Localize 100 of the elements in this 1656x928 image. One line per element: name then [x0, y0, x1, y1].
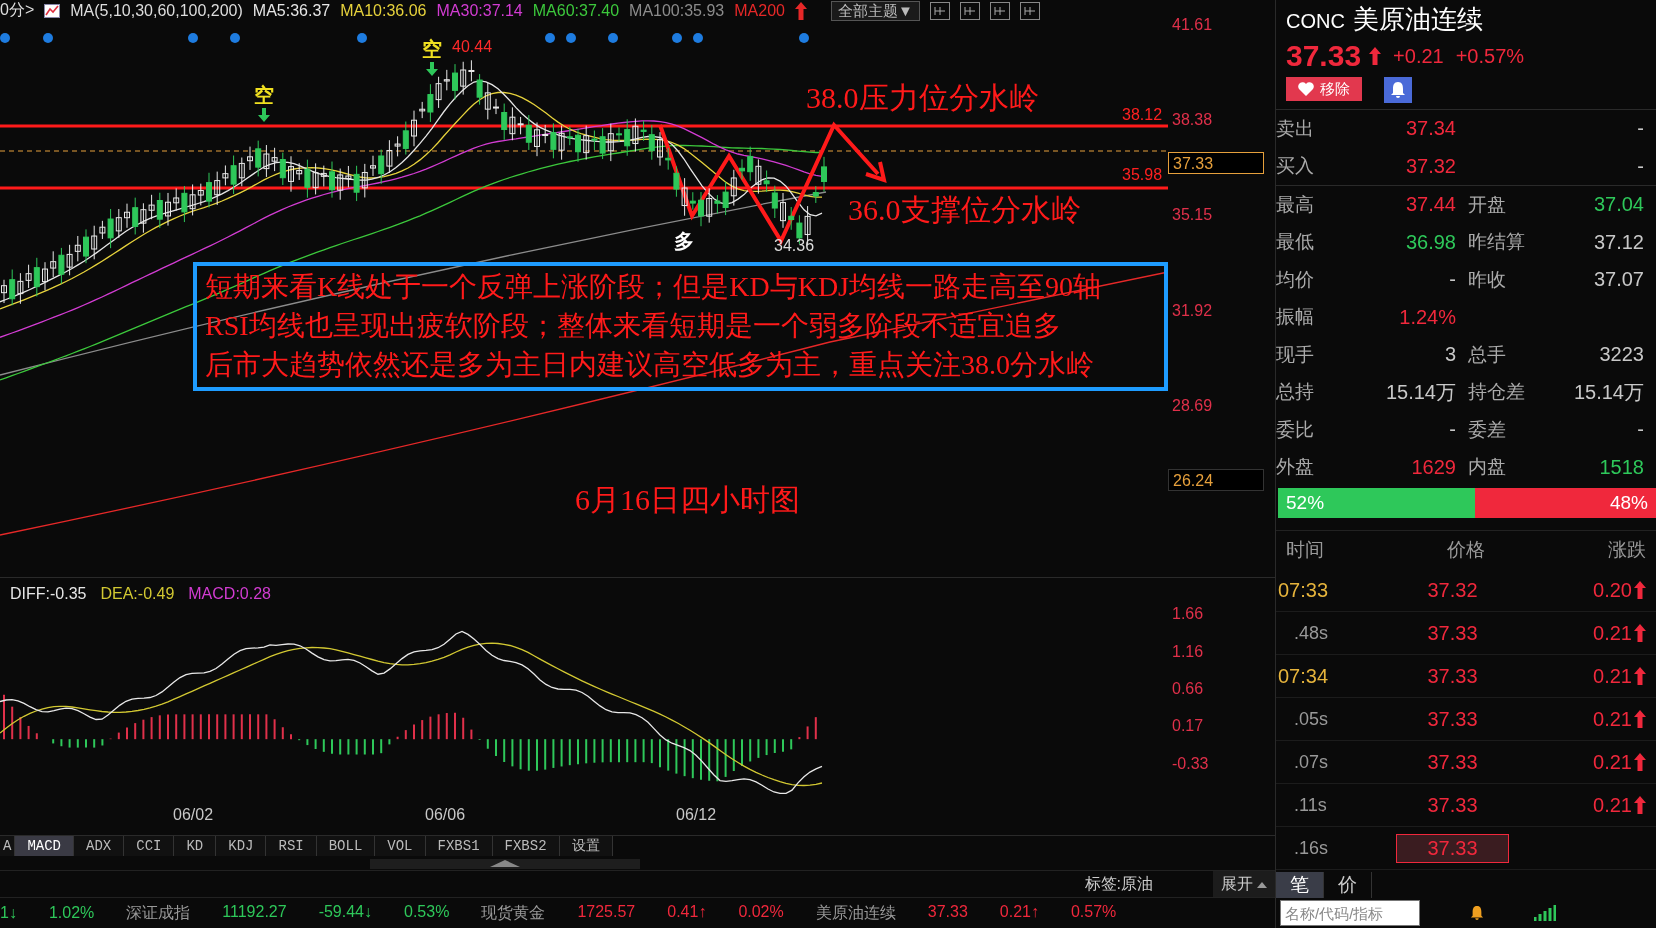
stat-value: 37.07: [1592, 268, 1644, 292]
trade-price[interactable]: 37.33: [1396, 618, 1509, 648]
axis-label: 31.92: [1172, 301, 1213, 320]
support-annotation: 36.0支撑位分水岭: [848, 191, 1081, 228]
axis-label: 41.61: [1172, 15, 1213, 34]
index-name[interactable]: 深证成指: [126, 902, 191, 924]
date-label: 06/02: [173, 806, 214, 825]
stat-label: 昨收: [1467, 267, 1507, 292]
trade-price[interactable]: 37.32: [1396, 575, 1509, 605]
index-name[interactable]: 现货黄金: [481, 902, 546, 924]
buy-ratio: 52%: [1285, 492, 1326, 514]
stat-value: 1629: [1410, 455, 1456, 479]
index-value: 1725.57: [577, 902, 636, 922]
candlestick: [452, 63, 458, 100]
down-arrow-icon: [426, 61, 438, 76]
stat-value: 37.32: [1404, 154, 1456, 178]
period-label[interactable]: 0分>: [0, 0, 35, 22]
trade-price[interactable]: 37.33: [1396, 661, 1509, 691]
sell-ratio: 48%: [1608, 492, 1649, 514]
candlestick: [575, 128, 581, 163]
indicator-tab[interactable]: KD: [174, 836, 217, 857]
remove-button[interactable]: 移除: [1286, 77, 1362, 101]
chart-icon: [44, 3, 61, 18]
signal-dot: [799, 32, 809, 43]
stat-value: 36.98: [1404, 230, 1456, 254]
indicator-tab[interactable]: RSI: [266, 836, 317, 857]
stat-value: 1518: [1598, 455, 1644, 479]
stat-value: -: [1448, 418, 1456, 442]
trade-change: 0.21: [1593, 707, 1632, 731]
stat-label: 振幅: [1276, 305, 1315, 330]
index-name[interactable]: 美原油连续: [815, 902, 896, 924]
trade-price[interactable]: 37.33: [1396, 790, 1509, 820]
trade-change: 0.21: [1593, 621, 1632, 645]
candlestick: [739, 158, 745, 180]
indicator-tab[interactable]: BOLL: [316, 836, 376, 857]
axis-label: -0.33: [1172, 755, 1209, 774]
bell-button[interactable]: [1384, 77, 1412, 103]
stat-label: 内盘: [1467, 455, 1507, 480]
signal-dot: [672, 32, 682, 43]
index-change: 1↓: [0, 904, 17, 923]
signal-dot: [693, 32, 703, 43]
scrollbar[interactable]: [370, 859, 640, 870]
indicator-tab[interactable]: ADX: [74, 836, 125, 857]
indicator-tab[interactable]: VOL: [375, 836, 426, 857]
average-readout: MA200: [734, 1, 785, 20]
stat-label: 外盘: [1276, 455, 1315, 480]
index-change: -59.44↓: [318, 902, 372, 922]
trade-time: .05s: [1293, 708, 1330, 730]
column-header: 价格: [1447, 538, 1485, 562]
candlestick: [698, 191, 704, 227]
indicator-tab[interactable]: MACD: [15, 836, 74, 857]
signal-marker: 空: [422, 36, 442, 62]
indicator-tab[interactable]: FXBS2: [492, 836, 560, 857]
candlestick: [780, 192, 786, 229]
price-label: 26.24: [1168, 468, 1264, 491]
indicator-tab[interactable]: FXBS1: [425, 836, 493, 857]
stat-label: 现手: [1276, 342, 1315, 367]
axis-label: 1.66: [1172, 605, 1204, 624]
expand-button[interactable]: 展开: [1213, 871, 1275, 898]
candlestick: [821, 156, 827, 192]
stat-value: 37.12: [1592, 230, 1644, 254]
stat-value: 15.14万: [1384, 379, 1456, 405]
candlestick: [206, 172, 212, 208]
candlestick: [247, 146, 253, 171]
trade-price[interactable]: 37.33: [1396, 833, 1509, 863]
candlestick: [124, 203, 130, 229]
up-arrow-icon: [1634, 581, 1646, 599]
trade-price[interactable]: 37.33: [1396, 704, 1509, 734]
date-label: 06/06: [425, 806, 466, 825]
high-price-label: 40.44: [452, 37, 493, 56]
indicator-tab[interactable]: KDJ: [216, 836, 267, 857]
index-percent: 1.02%: [48, 904, 95, 923]
signal-dot: [357, 32, 367, 43]
stat-label: 最低: [1276, 230, 1315, 255]
price-percent: +0.57%: [1455, 44, 1525, 68]
trade-time: .07s: [1293, 751, 1330, 773]
caret-icon[interactable]: [490, 859, 520, 868]
list-tab[interactable]: 笔: [1276, 872, 1324, 898]
current-price-label: 37.33: [1168, 151, 1264, 174]
index-percent: 0.02%: [738, 902, 784, 922]
signal-dot: [545, 32, 555, 43]
indicator-tab[interactable]: A: [0, 836, 16, 857]
bell-icon[interactable]: [1470, 905, 1484, 921]
resistance-annotation: 38.0压力位分水岭: [806, 79, 1039, 116]
candlestick: [288, 155, 294, 193]
up-arrow-icon: [1634, 796, 1646, 814]
indicator-readout: MACD:0.28: [188, 585, 271, 604]
index-value: 11192.27: [222, 902, 287, 922]
trade-price[interactable]: 37.33: [1396, 747, 1509, 777]
theme-dropdown[interactable]: 全部主题▼: [830, 0, 920, 21]
candlestick: [616, 126, 622, 143]
indicator-tab[interactable]: CCI: [124, 836, 175, 857]
up-arrow-icon: [1634, 667, 1646, 685]
heart-icon: [1298, 82, 1314, 96]
signal-dot: [230, 32, 240, 43]
indicator-tab[interactable]: 设置: [559, 836, 613, 857]
candlestick: [329, 160, 335, 199]
search-field[interactable]: 名称/代码/指标: [1280, 900, 1420, 926]
candlestick: [370, 155, 376, 177]
candlestick: [411, 110, 417, 147]
